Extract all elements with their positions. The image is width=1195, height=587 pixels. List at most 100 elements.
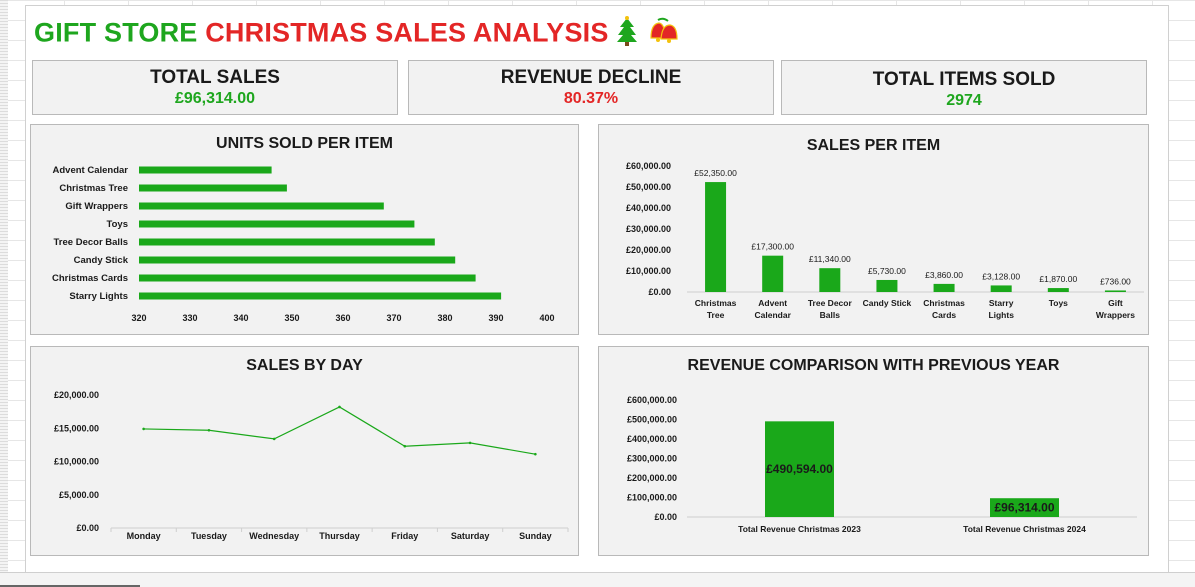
y-tick-label: £5,000.00 [59, 490, 99, 500]
data-label: £52,350.00 [694, 168, 737, 178]
category-label: Advent [758, 298, 787, 308]
bar [933, 283, 955, 292]
y-tick-label: £60,000.00 [626, 161, 671, 171]
category-label: Cards [932, 310, 956, 320]
y-tick-label: £20,000.00 [54, 390, 99, 400]
x-tick-label: 400 [539, 313, 554, 323]
bells-icon [646, 16, 680, 53]
bar [139, 238, 435, 246]
category-label: Starry Lights [69, 291, 128, 302]
x-tick-label: 320 [131, 313, 146, 323]
x-tick-label: 340 [233, 313, 248, 323]
category-label: Christmas Cards [52, 273, 128, 284]
kpi-total-items-sold: TOTAL ITEMS SOLD 2974 [781, 60, 1147, 115]
y-tick-label: £200,000.00 [627, 473, 677, 483]
y-tick-label: £500,000.00 [627, 415, 677, 425]
category-label: Tree Decor [808, 298, 853, 308]
x-tick-label: Sunday [519, 531, 552, 541]
units-sold-chart-panel: UNITS SOLD PER ITEM Advent Calendar Chris… [30, 124, 579, 335]
category-label: Tree [707, 310, 725, 320]
y-tick-label: £600,000.00 [627, 395, 677, 405]
x-tick-label: Friday [391, 531, 418, 541]
bar [139, 166, 272, 174]
bar [139, 184, 287, 192]
data-point [403, 444, 407, 448]
kpi-value: 80.37% [563, 90, 619, 107]
category-label: Wrappers [1096, 310, 1135, 320]
data-label: £3,128.00 [982, 271, 1020, 281]
x-tick-label: Tuesday [191, 531, 227, 541]
category-label: Toys [107, 219, 128, 230]
bar [705, 182, 727, 292]
y-tick-label: £0.00 [654, 512, 677, 522]
x-tick-label: Monday [127, 531, 161, 541]
kpi-value: 2974 [946, 92, 982, 109]
data-label: £736.00 [1100, 276, 1131, 286]
category-label: Advent Calendar [53, 165, 129, 176]
y-tick-label: £0.00 [76, 523, 99, 533]
kpi-revenue-decline: REVENUE DECLINE 80.37% [408, 60, 774, 115]
category-label: Calendar [755, 310, 792, 320]
data-label: £11,340.00 [809, 254, 851, 264]
data-point [338, 405, 341, 409]
category-label: Toys [1049, 298, 1068, 308]
sheet-tab[interactable] [0, 575, 140, 587]
title-part-store: GIFT STORE [34, 17, 198, 48]
y-tick-label: £10,000.00 [626, 266, 671, 276]
y-tick-label: £40,000.00 [626, 203, 671, 213]
series-line [143, 406, 536, 455]
data-label: £96,314.00 [994, 501, 1054, 515]
bar [139, 292, 502, 300]
bar [1047, 288, 1069, 292]
data-label: £490,594.00 [766, 462, 833, 476]
data-point [468, 441, 472, 445]
kpi-total-sales: TOTAL SALES £96,314.00 [32, 60, 398, 115]
x-tick-label: Thursday [319, 531, 360, 541]
x-tick-label: 370 [386, 313, 401, 323]
christmas-tree-icon [616, 16, 638, 53]
category-label: Total Revenue Christmas 2023 [738, 524, 861, 534]
sales-per-item-chart: £0.00 £10,000.00 £20,000.00 £30,000.00 £40,0… [626, 161, 1144, 320]
kpi-label: TOTAL SALES [150, 67, 280, 88]
y-tick-label: £300,000.00 [627, 454, 677, 464]
y-tick-label: £10,000.00 [54, 457, 99, 467]
data-label: £1,870.00 [1039, 274, 1077, 284]
units-sold-chart: Advent Calendar Christmas Tree Gift Wrappe… [52, 165, 555, 323]
x-tick-label: 350 [284, 313, 299, 323]
y-tick-label: £100,000.00 [627, 493, 677, 503]
revenue-comparison-chart: £0.00 £100,000.00 £200,000.00 £300,000.00 £4… [627, 395, 1137, 534]
bar [139, 274, 476, 282]
bar [139, 202, 384, 210]
dashboard-canvas: GIFT STORE CHRISTMAS SALES ANALYSIS TOTA… [25, 5, 1169, 573]
category-label: Lights [988, 310, 1014, 320]
sales-by-day-chart: £0.00 £5,000.00 £10,000.00 £15,000.00 £20,00… [54, 390, 569, 541]
data-point [272, 437, 276, 441]
data-label: £3,860.00 [925, 270, 963, 280]
category-label: Christmas Tree [59, 183, 128, 194]
category-label: Total Revenue Christmas 2024 [963, 524, 1086, 534]
y-tick-label: £400,000.00 [627, 434, 677, 444]
bar [139, 256, 456, 264]
y-tick-label: £0.00 [648, 287, 671, 297]
x-tick-label: 360 [335, 313, 350, 323]
x-tick-label: 390 [488, 313, 503, 323]
bar [876, 279, 898, 292]
kpi-label: REVENUE DECLINE [500, 67, 682, 88]
category-label: Christmas [695, 298, 737, 308]
bar [762, 255, 784, 292]
bar [990, 285, 1012, 292]
category-label: Candy Stick [74, 255, 129, 266]
data-label: £17,300.00 [751, 242, 794, 252]
bar [1104, 290, 1126, 292]
category-label: Candy Stick [863, 298, 912, 308]
category-label: Starry [989, 298, 1014, 308]
x-tick-label: 330 [182, 313, 197, 323]
sheet-tab-bar [0, 572, 1195, 587]
data-point [142, 427, 145, 431]
y-tick-label: £50,000.00 [626, 182, 671, 192]
category-label: Gift [1108, 298, 1123, 308]
x-tick-label: 380 [437, 313, 452, 323]
row-header-strip [0, 0, 8, 587]
title-part-analysis: CHRISTMAS SALES ANALYSIS [205, 17, 609, 48]
data-label: £5,730.00 [868, 266, 906, 276]
